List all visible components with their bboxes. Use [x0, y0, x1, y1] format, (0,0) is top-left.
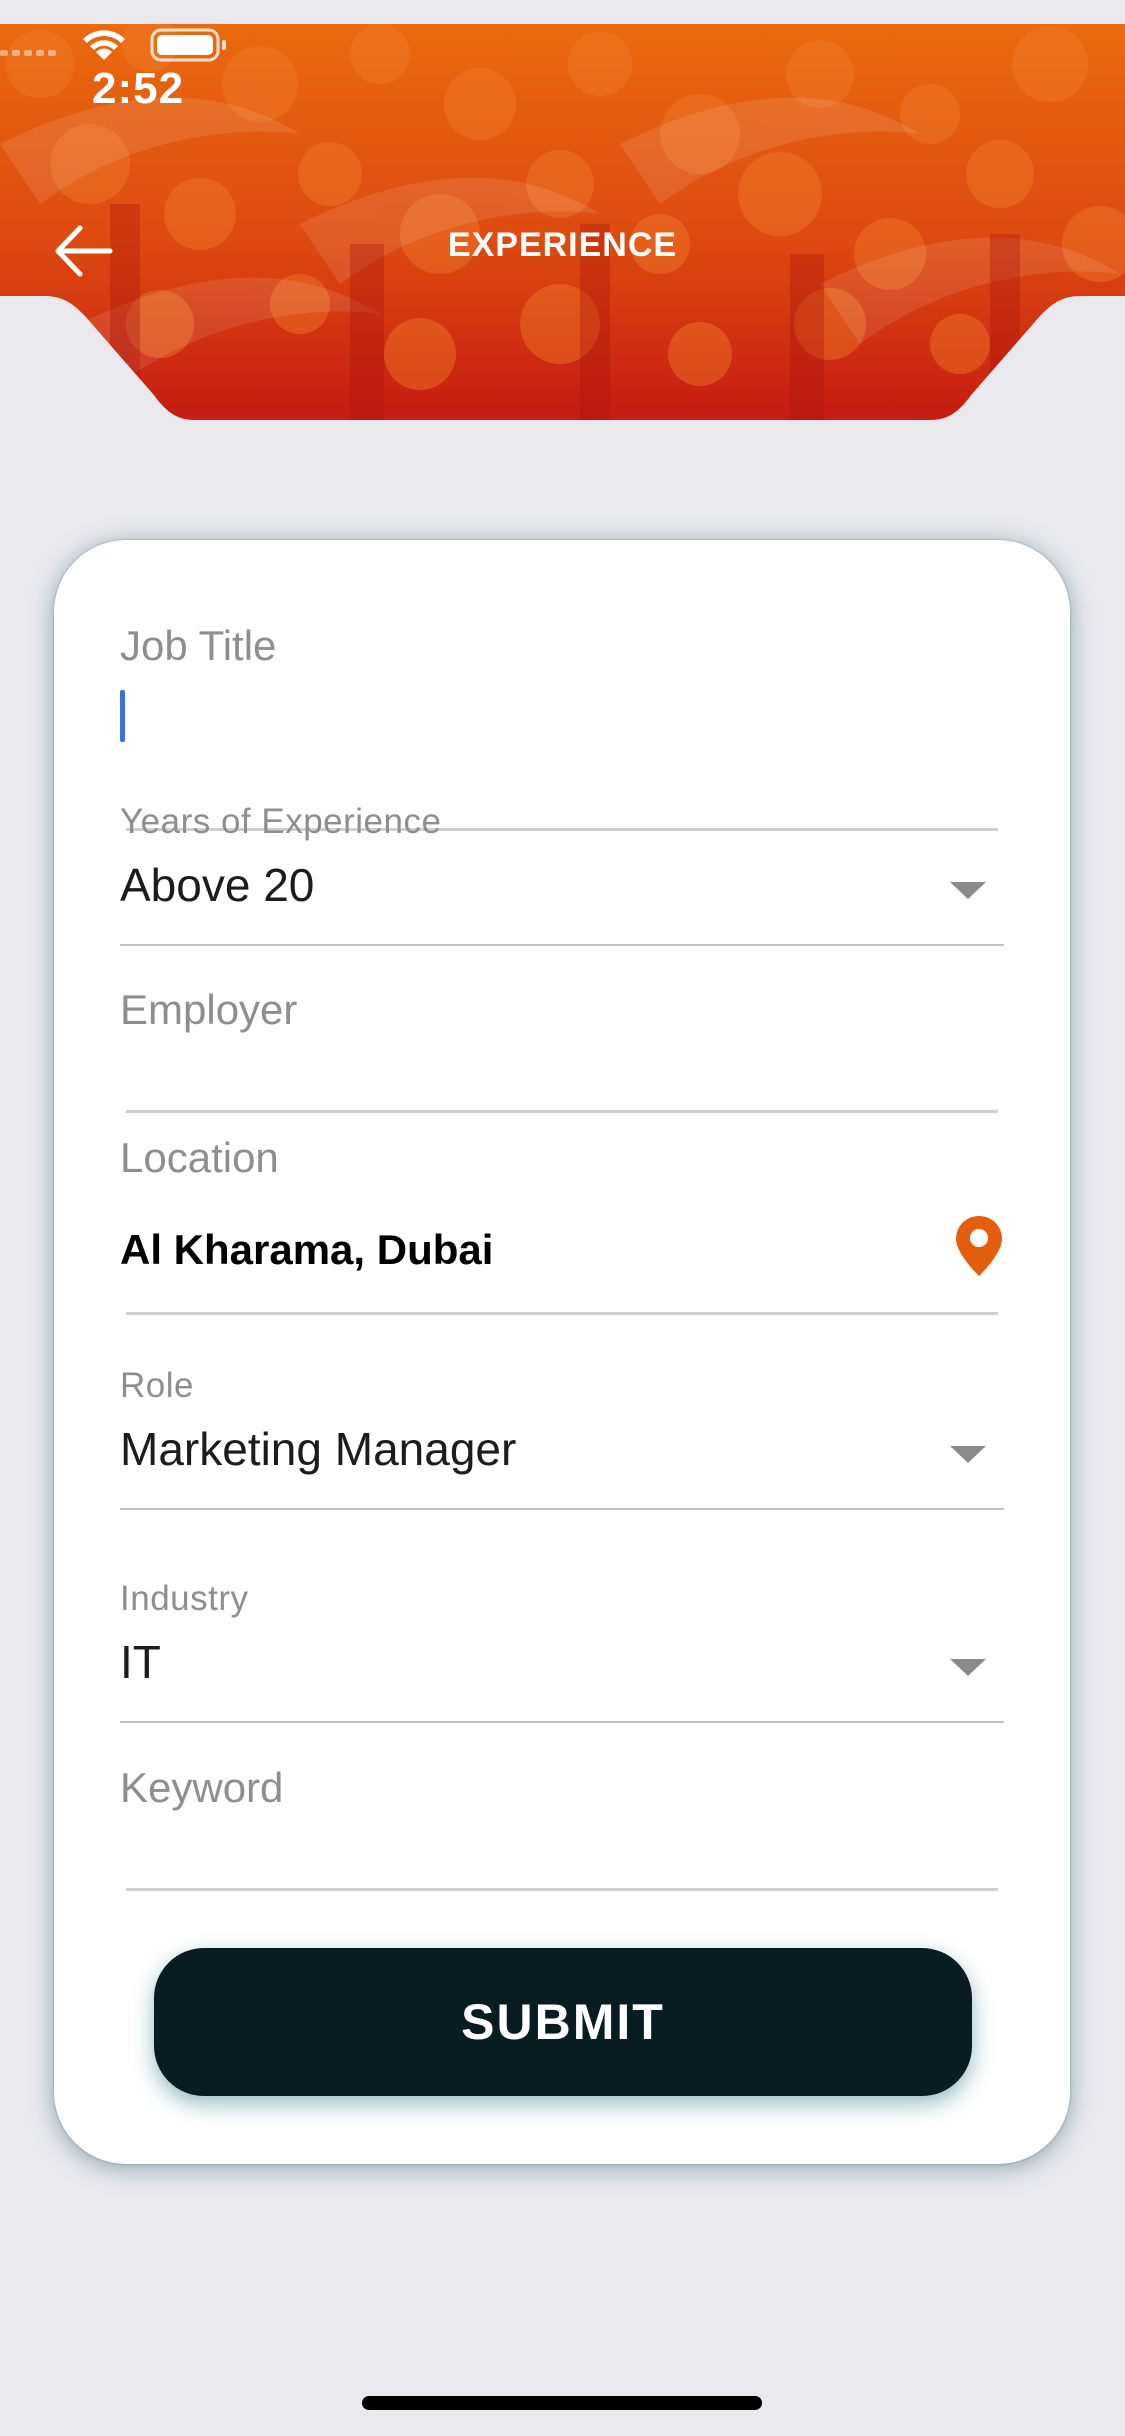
location-underline	[126, 1312, 998, 1315]
employer-underline	[126, 1110, 998, 1113]
industry-underline	[120, 1721, 1004, 1723]
location-field[interactable]: Location Al Kharama, Dubai	[120, 1134, 1004, 1315]
location-value[interactable]: Al Kharama, Dubai	[120, 1226, 493, 1274]
job-title-label: Job Title	[120, 622, 277, 669]
keyword-underline	[126, 1888, 998, 1891]
cellular-signal-icon	[0, 50, 56, 56]
text-cursor	[120, 690, 125, 742]
keyword-label: Keyword	[120, 1764, 284, 1811]
battery-icon	[150, 28, 226, 62]
job-title-field[interactable]: Job Title	[120, 622, 1004, 831]
employer-label: Employer	[120, 986, 298, 1033]
wifi-icon	[83, 30, 125, 60]
role-select[interactable]: Role Marketing Manager	[120, 1366, 1004, 1526]
page-title: EXPERIENCE	[447, 226, 678, 264]
years-of-experience-underline	[120, 944, 1004, 946]
top-edge	[0, 0, 1125, 24]
employer-field[interactable]: Employer	[120, 986, 1004, 1116]
years-of-experience-label: Years of Experience	[120, 802, 442, 841]
home-indicator[interactable]	[362, 2396, 762, 2410]
industry-value: IT	[120, 1636, 161, 1688]
chevron-down-icon	[950, 1659, 986, 1676]
submit-button[interactable]: SUBMIT	[154, 1948, 972, 2096]
role-value: Marketing Manager	[120, 1423, 517, 1475]
years-of-experience-value: Above 20	[120, 859, 315, 911]
location-pin-icon[interactable]	[954, 1214, 1004, 1278]
location-label: Location	[120, 1134, 279, 1181]
industry-select[interactable]: Industry IT	[120, 1579, 1004, 1739]
role-label: Role	[120, 1366, 194, 1405]
chevron-down-icon	[950, 1446, 986, 1463]
keyword-field[interactable]: Keyword	[120, 1764, 1004, 1894]
status-time: 2:52	[92, 64, 185, 113]
status-icons	[0, 28, 226, 62]
years-of-experience-select[interactable]: Years of Experience Above 20	[120, 802, 1004, 962]
header-banner: 2:52 EXPERIENCE	[0, 24, 1125, 424]
chevron-down-icon	[950, 882, 986, 899]
experience-form-card: Job Title Years of Experience Above 20 E…	[54, 540, 1070, 2164]
role-underline	[120, 1508, 1004, 1510]
industry-label: Industry	[120, 1579, 249, 1618]
